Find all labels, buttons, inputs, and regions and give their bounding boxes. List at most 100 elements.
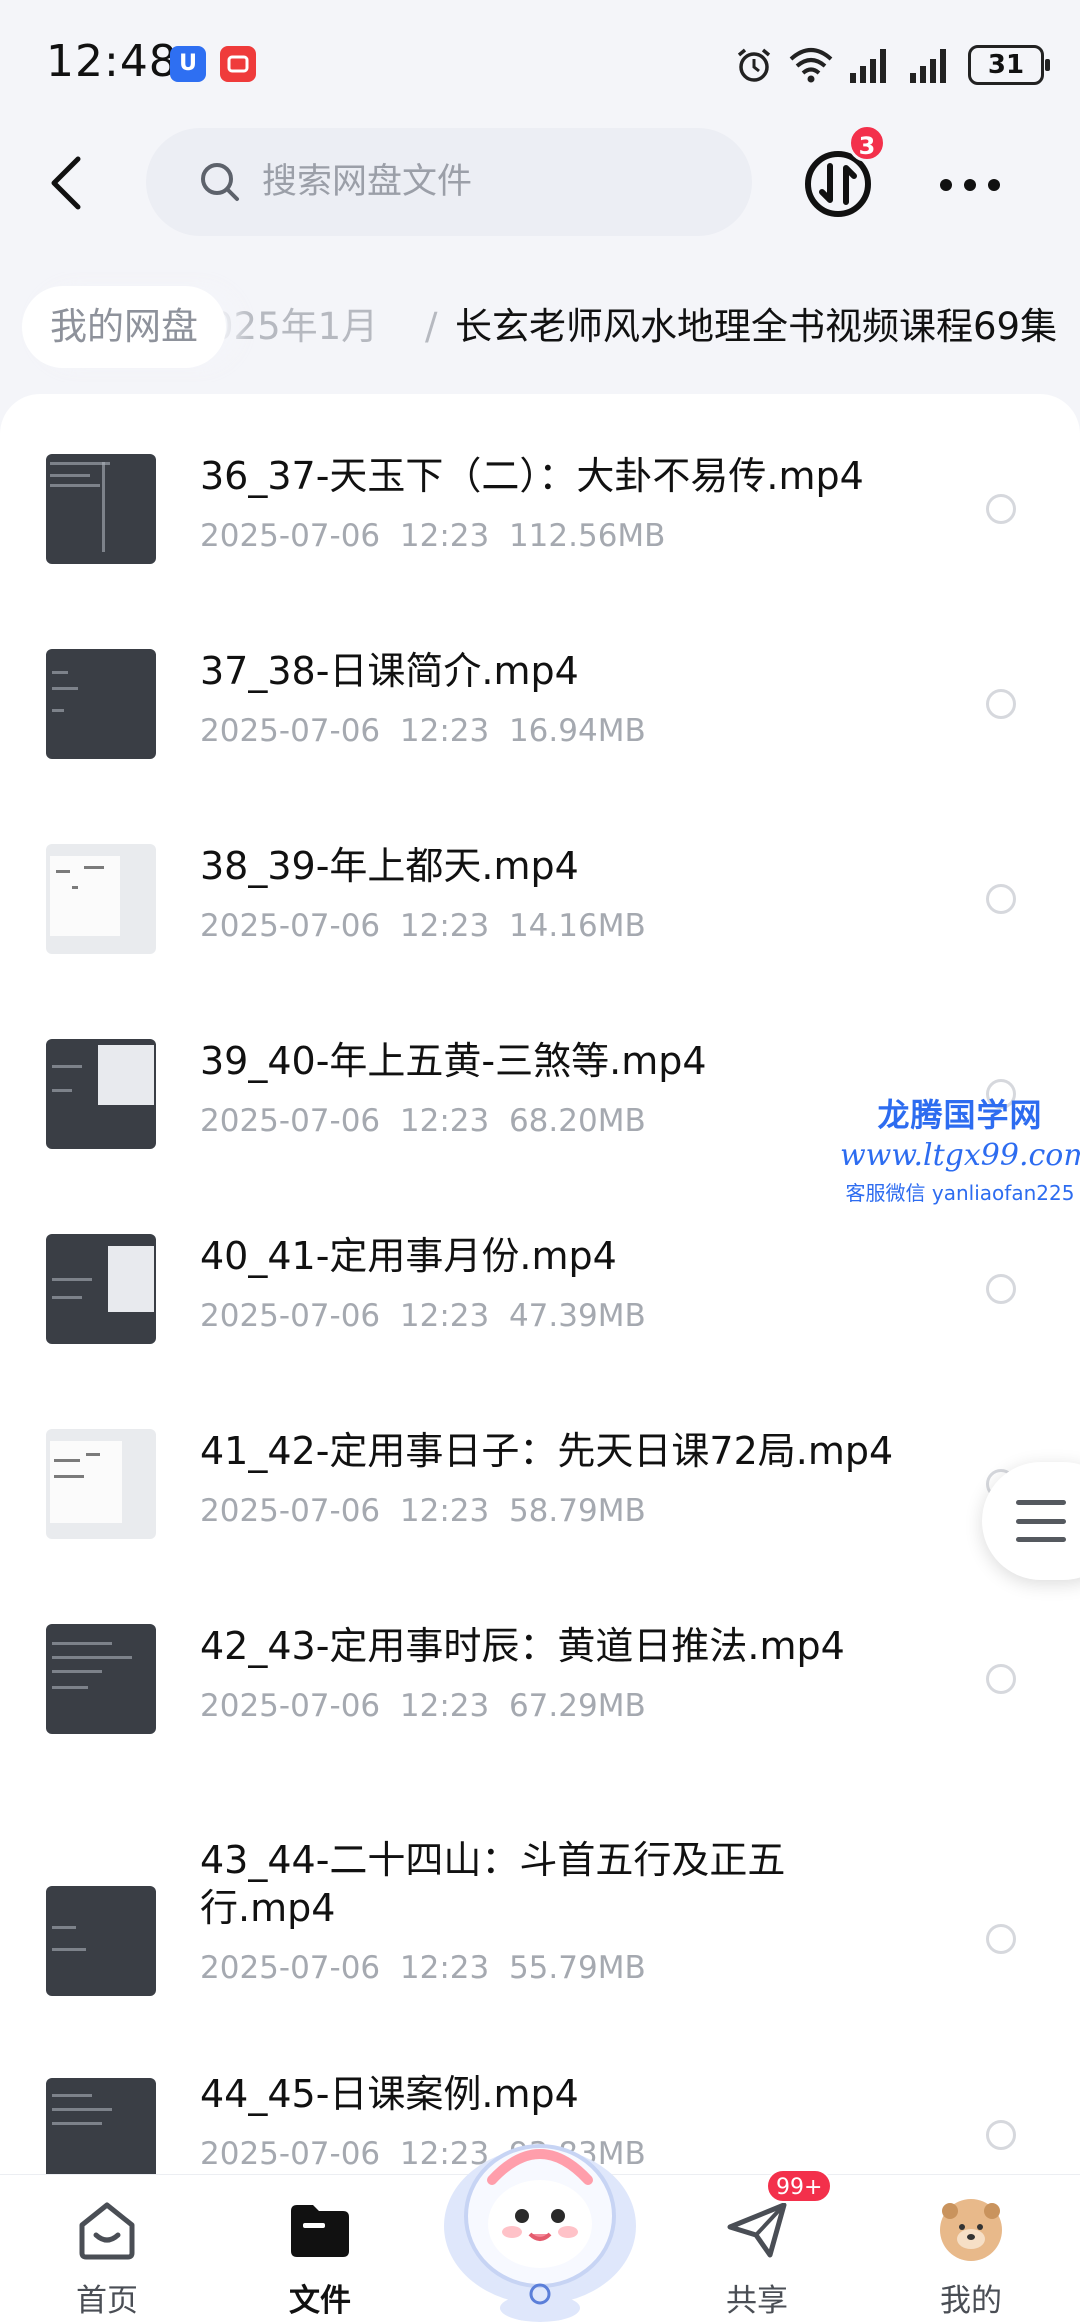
paper-plane-icon [727,2202,787,2258]
back-button[interactable] [36,148,96,218]
select-radio[interactable] [986,1664,1016,1694]
status-bar: 12:48 U 31 [0,0,1080,130]
select-radio[interactable] [986,689,1016,719]
file-date: 2025-07-06 [200,1103,381,1139]
list-item[interactable]: 38_39-年上都天.mp4 2025-07-06 12:23 14.16MB [0,812,1080,1002]
video-thumbnail [46,2078,156,2174]
wifi-icon [789,48,833,83]
avatar-icon [940,2199,1002,2261]
breadcrumb-current: 长玄老师风水地理全书视频课程69集 [455,305,1058,348]
file-time: 12:23 [399,518,490,554]
file-date: 2025-07-06 [200,908,381,944]
breadcrumb-root[interactable]: 我的网盘 [22,286,226,368]
chevron-left-icon [51,156,81,210]
search-box[interactable] [146,128,752,236]
file-time: 12:23 [399,1950,490,1986]
file-meta: 2025-07-06 12:23 58.79MB [200,1491,646,1531]
file-time: 12:23 [399,908,490,944]
file-meta: 2025-07-06 12:23 14.16MB [200,906,646,946]
file-meta: 2025-07-06 12:23 67.29MB [200,1686,646,1726]
file-name: 41_42-定用事日子：先天日课72局.mp4 [200,1429,894,1473]
nav-files-label: 文件 [289,2283,351,2319]
search-input[interactable] [262,155,702,209]
nav-share[interactable]: 99+ 共享 [682,2169,833,2324]
file-size: 68.20MB [508,1103,646,1139]
select-radio[interactable] [986,2120,1016,2150]
file-date: 2025-07-06 [200,713,381,749]
ai-assistant-button[interactable] [432,2108,648,2324]
video-thumbnail [46,1234,156,1344]
file-size: 58.79MB [508,1493,646,1529]
video-thumbnail [46,1429,156,1539]
file-size: 112.56MB [508,518,666,554]
list-item[interactable]: 42_43-定用事时辰：黄道日推法.mp4 2025-07-06 12:23 6… [0,1592,1080,1802]
battery-icon: 31 [968,45,1050,85]
file-time: 12:23 [399,713,490,749]
select-radio[interactable] [986,1924,1016,1954]
list-item[interactable]: 39_40-年上五黄-三煞等.mp4 2025-07-06 12:23 68.2… [0,1007,1080,1197]
file-date: 2025-07-06 [200,1688,381,1724]
breadcrumb: 025年1月 / 长玄老师风水地理全书视频课程69集 我的网盘 [0,272,1080,382]
list-item[interactable]: 37_38-日课简介.mp4 2025-07-06 12:23 16.94MB [0,617,1080,807]
video-thumbnail [46,1886,156,1996]
file-date: 2025-07-06 [200,1493,381,1529]
list-item[interactable]: 43_44-二十四山：斗首五行及正五行.mp4 2025-07-06 12:23… [0,1802,1080,2042]
share-count-badge: 99+ [766,2169,833,2203]
select-radio[interactable] [986,1274,1016,1304]
search-icon [201,163,239,201]
file-meta: 2025-07-06 12:23 47.39MB [200,1296,646,1336]
list-item[interactable]: 41_42-定用事日子：先天日课72局.mp4 2025-07-06 12:23… [0,1397,1080,1587]
more-dot [940,179,952,191]
more-dot [964,179,976,191]
video-thumbnail [46,1039,156,1149]
breadcrumb-parent[interactable]: 025年1月 [210,286,378,368]
file-date: 2025-07-06 [200,1298,381,1334]
file-size: 47.39MB [508,1298,646,1334]
nav-home[interactable]: 首页 [32,2175,182,2324]
top-nav: 3 [0,120,1080,245]
nav-home-label: 首页 [76,2283,138,2319]
more-button[interactable] [940,170,1000,200]
video-thumbnail [46,1624,156,1734]
signal-icon-2 [910,49,946,83]
list-item[interactable]: 40_41-定用事月份.mp4 2025-07-06 12:23 47.39MB [0,1202,1080,1392]
file-meta: 2025-07-06 12:23 68.20MB [200,1101,646,1141]
file-time: 12:23 [399,1103,490,1139]
file-size: 55.79MB [508,1950,646,1986]
nav-mine-label: 我的 [940,2283,1002,2319]
home-icon [79,2202,135,2260]
file-date: 2025-07-06 [200,1950,381,1986]
alarm-icon [737,48,771,82]
video-thumbnail [46,454,156,564]
select-radio[interactable] [986,1079,1016,1109]
app-notification-icon-red [220,46,256,82]
status-time: 12:48 [46,36,178,87]
file-name: 36_37-天玉下（二）：大卦不易传.mp4 [200,454,864,498]
video-thumbnail [46,844,156,954]
transfer-count-badge: 3 [848,124,886,162]
file-meta: 2025-07-06 12:23 112.56MB [200,516,665,556]
file-time: 12:23 [399,1688,490,1724]
file-size: 14.16MB [508,908,646,944]
folder-icon [291,2205,349,2257]
select-radio[interactable] [986,884,1016,914]
file-time: 12:23 [399,1493,490,1529]
file-browser-screen: 12:48 U 31 搜索网盘文件 3 025年1月 / 长玄老师风水地理全书视… [0,0,1080,2324]
list-item[interactable]: 36_37-天玉下（二）：大卦不易传.mp4 2025-07-06 12:23 … [0,422,1080,612]
select-radio[interactable] [986,494,1016,524]
file-name: 38_39-年上都天.mp4 [200,844,579,888]
more-dot [988,179,1000,191]
file-name: 40_41-定用事月份.mp4 [200,1234,617,1278]
nav-share-label: 共享 [726,2283,788,2319]
file-name: 39_40-年上五黄-三煞等.mp4 [200,1039,707,1083]
nav-mine[interactable]: 我的 [896,2175,1046,2324]
video-thumbnail [46,649,156,759]
system-icons: 31 [734,40,1050,90]
file-list: 36_37-天玉下（二）：大卦不易传.mp4 2025-07-06 12:23 … [0,394,1080,2174]
app-notification-icon: U [170,46,206,82]
file-meta: 2025-07-06 12:23 55.79MB [200,1948,646,1988]
file-name: 37_38-日课简介.mp4 [200,649,579,693]
nav-files[interactable]: 文件 [245,2175,395,2324]
file-date: 2025-07-06 [200,2136,381,2172]
breadcrumb-separator: / [425,305,438,348]
